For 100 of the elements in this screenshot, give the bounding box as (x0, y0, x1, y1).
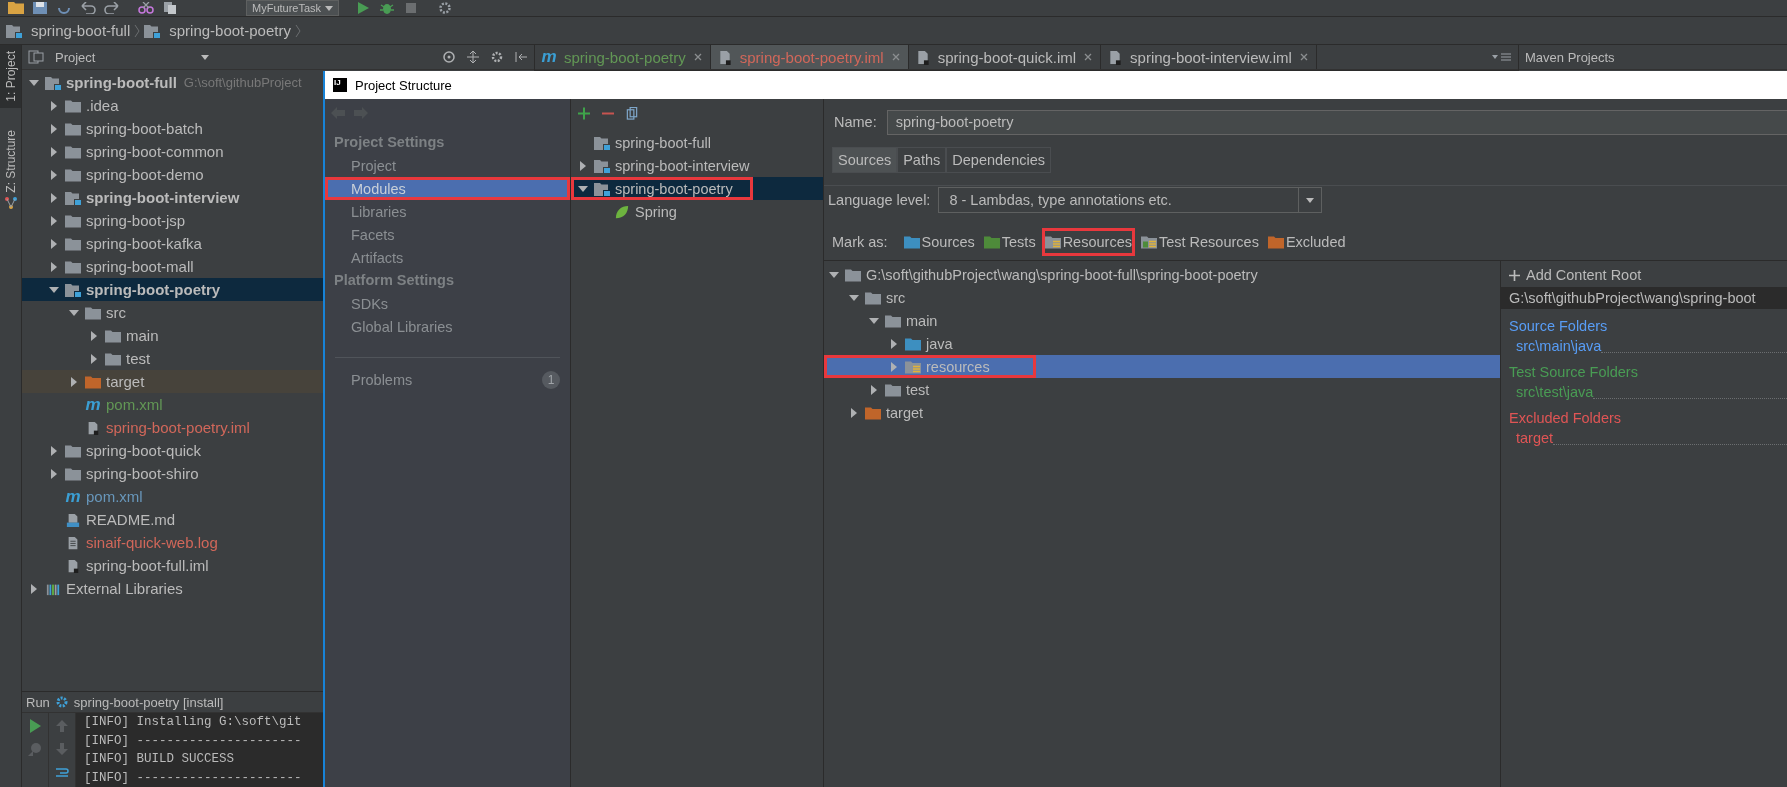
nav-item[interactable]: Global Libraries (325, 315, 570, 338)
tool-window-tab[interactable]: Z: Structure (0, 124, 21, 215)
collapse-arrow-icon[interactable] (49, 284, 59, 295)
nav-item[interactable]: Artifacts (325, 246, 570, 269)
nav-item[interactable]: Project (325, 154, 570, 177)
mark-as-button[interactable]: Test Resources (1137, 228, 1262, 256)
breadcrumb[interactable]: spring-boot-poetry (144, 22, 291, 39)
tree-row[interactable]: spring-boot-jsp (22, 209, 325, 232)
close-icon[interactable] (1299, 53, 1308, 61)
tree-row[interactable]: spring-boot-full (571, 131, 823, 154)
expand-arrow-icon[interactable] (89, 353, 99, 364)
hide-icon[interactable] (514, 50, 528, 64)
save-icon[interactable] (32, 2, 48, 14)
debug-icon[interactable] (379, 2, 396, 14)
settings-icon[interactable] (437, 2, 454, 14)
run-configuration-label[interactable]: spring-boot-poetry [install] (73, 694, 224, 710)
tree-row[interactable]: External Libraries (22, 577, 325, 600)
expand-arrow-icon[interactable] (889, 338, 899, 349)
tree-row[interactable]: main (824, 309, 1500, 332)
nav-item[interactable]: Facets (325, 223, 570, 246)
add-content-root-button[interactable]: Add Content Root (1501, 263, 1787, 287)
expand-arrow-icon[interactable] (49, 169, 59, 180)
folder-path[interactable]: target (1516, 430, 1554, 447)
tree-row[interactable]: spring-boot-batch (22, 117, 325, 140)
tree-row[interactable]: m pom.xml (22, 485, 325, 508)
collapse-arrow-icon[interactable] (578, 183, 588, 194)
mark-as-button[interactable]: Resources (1041, 228, 1135, 256)
run-icon[interactable] (28, 719, 42, 733)
tab[interactable]: Sources (832, 147, 898, 173)
expand-arrow-icon[interactable] (49, 123, 59, 134)
tree-row[interactable]: spring-boot-kafka (22, 232, 325, 255)
expand-arrow-icon[interactable] (49, 215, 59, 226)
tool-window-tab[interactable]: 1: Project (0, 45, 21, 108)
tree-row[interactable]: spring-boot-common (22, 140, 325, 163)
collapse-arrow-icon[interactable] (849, 292, 859, 303)
settings-icon[interactable] (490, 50, 504, 64)
tree-row[interactable]: spring-boot-interview (571, 154, 823, 177)
expand-arrow-icon[interactable] (49, 468, 59, 479)
undo-icon[interactable] (80, 2, 96, 14)
expand-arrow-icon[interactable] (69, 376, 79, 387)
collapse-arrow-icon[interactable] (29, 77, 39, 88)
collapse-arrow-icon[interactable] (69, 307, 79, 318)
tab[interactable]: Paths (897, 147, 947, 173)
expand-arrow-icon[interactable] (29, 583, 39, 594)
expand-arrow-icon[interactable] (89, 330, 99, 341)
mark-as-button[interactable]: Excluded (1264, 228, 1349, 256)
dropdown-arrow-icon[interactable] (201, 54, 210, 60)
tree-row[interactable]: .idea (22, 94, 325, 117)
mark-as-button[interactable]: Sources (900, 228, 978, 256)
collapse-arrow-icon[interactable] (829, 269, 839, 280)
tree-row[interactable]: spring-boot-demo (22, 163, 325, 186)
expand-arrow-icon[interactable] (49, 238, 59, 249)
collapse-icon[interactable] (466, 50, 480, 64)
tree-row[interactable]: spring-boot-poetry (22, 278, 325, 301)
copy-icon[interactable] (626, 106, 638, 120)
run-configuration-dropdown[interactable]: MyFutureTask (246, 0, 340, 16)
tab-list-icon[interactable] (1492, 52, 1512, 62)
scissors-icon[interactable] (138, 2, 154, 14)
tree-row[interactable]: README.md (22, 508, 325, 531)
language-level-dropdown[interactable]: 8 - Lambdas, type annotations etc. (938, 187, 1323, 213)
tree-row[interactable]: spring-boot-poetry.iml (22, 416, 325, 439)
tree-row[interactable]: spring-boot-full G:\soft\githubProject (22, 71, 325, 94)
breadcrumb[interactable]: spring-boot-full (6, 22, 131, 39)
collapse-arrow-icon[interactable] (869, 315, 879, 326)
nav-item[interactable]: SDKs (325, 292, 570, 315)
folder-path[interactable]: src\test\java (1516, 384, 1594, 401)
expand-arrow-icon[interactable] (869, 384, 879, 395)
expand-arrow-icon[interactable] (49, 100, 59, 111)
tree-row[interactable]: spring-boot-quick (22, 439, 325, 462)
close-icon[interactable] (693, 53, 702, 61)
tree-row[interactable]: spring-boot-poetry (571, 177, 823, 200)
expand-arrow-icon[interactable] (49, 192, 59, 203)
nav-item[interactable]: Modules (325, 177, 570, 200)
tree-row[interactable]: java (824, 332, 1500, 355)
nav-item[interactable]: Problems 1 (325, 368, 570, 391)
tree-row[interactable]: spring-boot-interview (22, 186, 325, 209)
mark-as-button[interactable]: Tests (980, 228, 1039, 256)
tree-row[interactable]: Spring (571, 200, 823, 223)
editor-tab[interactable]: spring-boot-quick.iml (908, 45, 1102, 69)
tree-row[interactable]: src (22, 301, 325, 324)
copy-icon[interactable] (162, 2, 178, 14)
wrap-icon[interactable] (55, 765, 69, 779)
tree-row[interactable]: spring-boot-mall (22, 255, 325, 278)
tree-row[interactable]: test (824, 378, 1500, 401)
tree-row[interactable]: spring-boot-full.iml (22, 554, 325, 577)
tree-row[interactable]: spring-boot-shiro (22, 462, 325, 485)
tree-row[interactable]: main (22, 324, 325, 347)
expand-arrow-icon[interactable] (49, 445, 59, 456)
tree-row[interactable]: src (824, 286, 1500, 309)
expand-arrow-icon[interactable] (49, 146, 59, 157)
folder-path[interactable]: src\main\java (1516, 338, 1602, 355)
redo-icon[interactable] (104, 2, 120, 14)
tree-row[interactable]: test (22, 347, 325, 370)
expand-arrow-icon[interactable] (849, 407, 859, 418)
folder-icon[interactable] (8, 2, 24, 14)
editor-tab[interactable]: m spring-boot-poetry (535, 45, 711, 69)
tree-row[interactable]: target (22, 370, 325, 393)
tree-row[interactable]: m pom.xml (22, 393, 325, 416)
add-icon[interactable] (578, 106, 590, 120)
editor-tab[interactable]: spring-boot-interview.iml (1101, 45, 1317, 69)
